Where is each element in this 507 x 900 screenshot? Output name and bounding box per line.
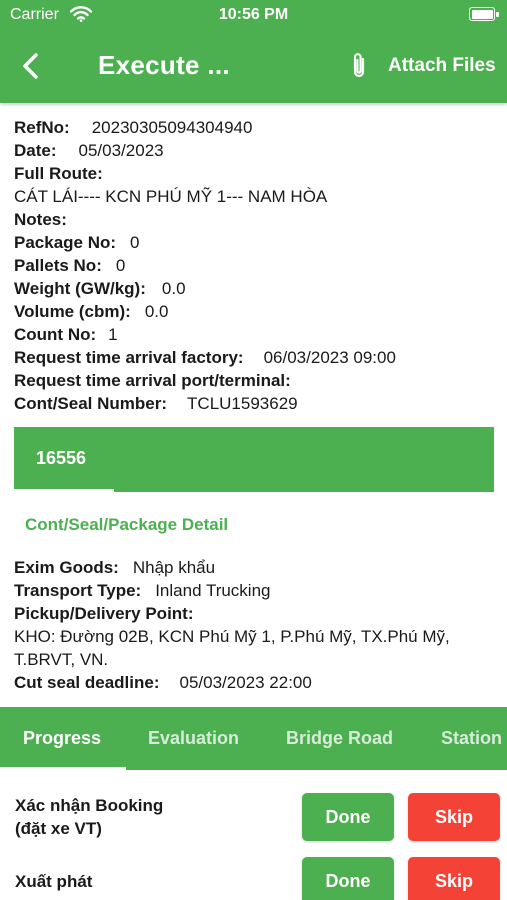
rta-factory-value: 06/03/2023 09:00	[263, 348, 396, 367]
step-label-line1: Xác nhận Booking	[15, 796, 164, 815]
seal-value: TCLU1593629	[187, 394, 298, 413]
back-chevron-icon[interactable]	[14, 48, 50, 84]
cutseal-value: 05/03/2023 22:00	[179, 673, 312, 692]
skip-button[interactable]: Skip	[408, 857, 500, 900]
package-key: Package No:	[14, 233, 117, 252]
cutseal-row: Cut seal deadline: 05/03/2023 22:00	[14, 671, 494, 694]
date-value: 05/03/2023	[78, 141, 164, 160]
step-row: Xác nhận Booking (đặt xe VT) Done Skip	[0, 793, 507, 843]
notes-key: Notes:	[14, 210, 67, 229]
route-row: Full Route:	[14, 162, 494, 185]
step-label-line2: (đặt xe VT)	[15, 819, 102, 838]
rta-factory-row: Request time arrival factory: 06/03/2023 …	[14, 346, 494, 369]
cutseal-key: Cut seal deadline:	[14, 673, 160, 692]
tab-underline	[0, 767, 126, 770]
progress-tabs: Progress Evaluation Bridge Road Station	[0, 707, 507, 770]
volume-key: Volume (cbm):	[14, 302, 131, 321]
weight-value: 0.0	[161, 279, 186, 298]
status-time: 10:56 PM	[218, 6, 289, 23]
refno-value: 20230305094304940	[91, 118, 253, 137]
transport-value: Inland Trucking	[155, 581, 271, 600]
tab-progress[interactable]: Progress	[23, 707, 101, 770]
tab-bridge-road[interactable]: Bridge Road	[286, 707, 393, 770]
pallets-key: Pallets No:	[14, 256, 102, 275]
rta-port-key: Request time arrival port/terminal:	[14, 371, 291, 390]
refno-key: RefNo:	[14, 118, 70, 137]
done-button[interactable]: Done	[302, 793, 394, 841]
seal-row: Cont/Seal Number: TCLU1593629	[14, 392, 494, 415]
battery-icon	[469, 7, 495, 21]
notes-row: Notes:	[14, 208, 494, 231]
battery-tip	[496, 12, 499, 17]
date-key: Date:	[14, 141, 57, 160]
shipment-details: RefNo: 20230305094304940 Date: 05/03/2023 …	[14, 116, 494, 415]
container-tab-bar: 16556	[14, 427, 494, 492]
exim-key: Exim Goods:	[14, 558, 119, 577]
skip-button[interactable]: Skip	[408, 793, 500, 841]
count-row: Count No: 1	[14, 323, 494, 346]
paperclip-icon	[353, 53, 365, 78]
rta-factory-key: Request time arrival factory:	[14, 348, 244, 367]
app-bar: Execute ... Attach Files	[0, 30, 507, 103]
tab-evaluation[interactable]: Evaluation	[148, 707, 239, 770]
attach-files-label: Attach Files	[388, 55, 496, 76]
step-label: Xác nhận Booking (đặt xe VT)	[15, 794, 163, 840]
pallets-row: Pallets No: 0	[14, 254, 494, 277]
transport-row: Transport Type: Inland Trucking	[14, 579, 494, 602]
count-key: Count No:	[14, 325, 97, 344]
step-row: Xuất phát Done Skip	[0, 857, 507, 900]
refno-row: RefNo: 20230305094304940	[14, 116, 494, 139]
volume-value: 0.0	[144, 302, 169, 321]
cont-seal-package-detail-link[interactable]: Cont/Seal/Package Detail	[25, 515, 228, 535]
exim-value: Nhập khẩu	[132, 558, 216, 577]
rta-port-row: Request time arrival port/terminal:	[14, 369, 494, 392]
step-label-line1: Xuất phát	[15, 872, 93, 891]
container-tab[interactable]: 16556	[36, 448, 86, 469]
page-title: Execute ...	[98, 50, 230, 80]
pickup-value: KHO: Đường 02B, KCN Phú Mỹ 1, P.Phú Mỹ, …	[14, 627, 450, 669]
exim-row: Exim Goods: Nhập khẩu	[14, 556, 494, 579]
done-button[interactable]: Done	[302, 857, 394, 900]
volume-row: Volume (cbm): 0.0	[14, 300, 494, 323]
transport-key: Transport Type:	[14, 581, 142, 600]
pickup-row: Pickup/Delivery Point:	[14, 602, 494, 625]
pallets-value: 0	[115, 256, 126, 275]
pickup-key: Pickup/Delivery Point:	[14, 604, 194, 623]
package-row: Package No: 0	[14, 231, 494, 254]
route-key: Full Route:	[14, 164, 103, 183]
count-value: 1	[108, 325, 118, 344]
step-label: Xuất phát	[15, 870, 92, 893]
container-tab-indicator	[14, 489, 114, 492]
tab-station[interactable]: Station	[441, 707, 502, 770]
status-bar: Carrier 10:56 PM	[0, 0, 507, 30]
weight-row: Weight (GW/kg): 0.0	[14, 277, 494, 300]
attach-files-button[interactable]: Attach Files	[348, 48, 496, 84]
route-value: CÁT LÁI---- KCN PHÚ MỸ 1--- NAM HÒA	[14, 187, 328, 206]
logistics-details: Exim Goods: Nhập khẩu Transport Type: Inla…	[14, 556, 494, 694]
package-value: 0	[130, 233, 140, 252]
seal-key: Cont/Seal Number:	[14, 394, 168, 413]
date-row: Date: 05/03/2023	[14, 139, 494, 162]
weight-key: Weight (GW/kg):	[14, 279, 146, 298]
